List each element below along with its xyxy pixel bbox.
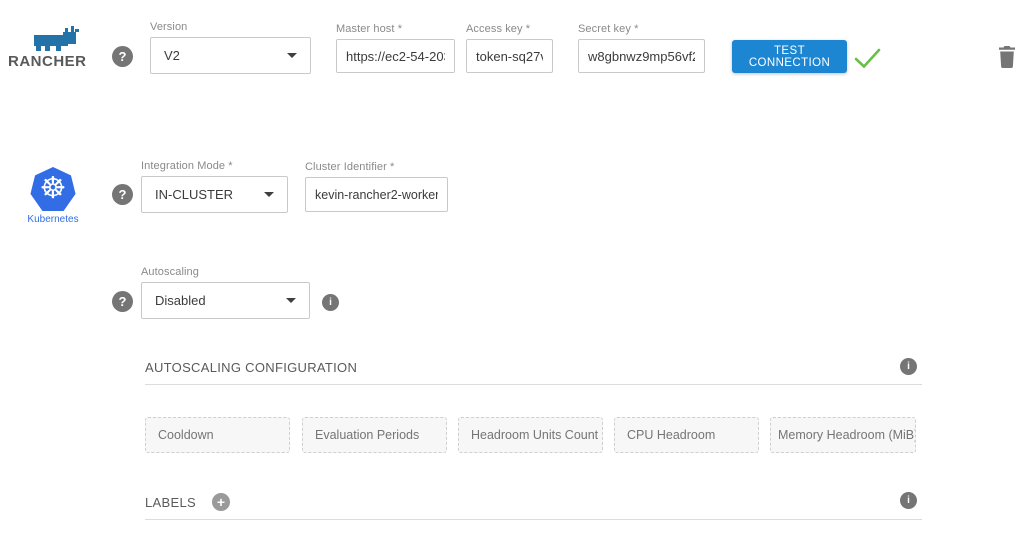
info-icon[interactable]: i [900,492,917,509]
integration-mode-label: Integration Mode * [141,160,288,172]
cpu-headroom-input[interactable] [614,417,759,453]
secret-key-input[interactable] [578,39,705,73]
autoscaling-label: Autoscaling [141,266,310,278]
kubernetes-helm-icon: ☸ [30,167,76,211]
headroom-units-count-input[interactable] [458,417,603,453]
help-icon[interactable]: ? [112,291,133,312]
chevron-down-icon [286,298,296,303]
labels-heading: LABELS [145,495,196,510]
integration-settings-page: RANCHER ? Version V2 Master host * Acces… [0,0,1024,550]
memory-headroom-input[interactable] [770,417,916,453]
connection-success-check-icon [854,47,881,70]
add-label-button[interactable]: + [212,493,230,511]
kubernetes-logo: ☸ Kubernetes [26,167,80,225]
integration-mode-value: IN-CLUSTER [155,187,233,202]
info-icon[interactable]: i [322,294,339,311]
access-key-label: Access key * [466,23,553,35]
autoscaling-configuration-heading: AUTOSCALING CONFIGURATION [145,360,357,375]
autoscaling-value: Disabled [155,293,206,308]
delete-trash-icon[interactable] [998,46,1016,68]
section-divider [145,519,922,520]
section-divider [145,384,922,385]
cluster-identifier-input[interactable] [305,177,448,212]
master-host-label: Master host * [336,23,455,35]
access-key-input[interactable] [466,39,553,73]
access-key-field: Access key * [466,23,553,73]
integration-mode-field: Integration Mode * IN-CLUSTER [141,160,288,213]
chevron-down-icon [287,53,297,58]
test-connection-button[interactable]: TEST CONNECTION [732,40,847,73]
chevron-down-icon [264,192,274,197]
autoscaling-dropdown[interactable]: Disabled [141,282,310,319]
rancher-logo-text: RANCHER [8,53,86,70]
version-value: V2 [164,48,180,63]
secret-key-field: Secret key * [578,23,705,73]
help-icon[interactable]: ? [112,46,133,67]
master-host-input[interactable] [336,39,455,73]
help-icon[interactable]: ? [112,184,133,205]
cluster-identifier-label: Cluster Identifier * [305,161,448,173]
evaluation-periods-input[interactable] [302,417,447,453]
cooldown-input[interactable] [145,417,290,453]
integration-mode-dropdown[interactable]: IN-CLUSTER [141,176,288,213]
rancher-logo: RANCHER [8,25,86,70]
cluster-identifier-field: Cluster Identifier * [305,161,448,212]
info-icon[interactable]: i [900,358,917,375]
version-dropdown[interactable]: V2 [150,37,311,74]
rancher-bull-icon [32,25,80,52]
master-host-field: Master host * [336,23,455,73]
version-label: Version [150,21,311,33]
version-field: Version V2 [150,21,311,74]
autoscaling-field: Autoscaling Disabled [141,266,310,319]
secret-key-label: Secret key * [578,23,705,35]
kubernetes-logo-text: Kubernetes [26,214,80,225]
